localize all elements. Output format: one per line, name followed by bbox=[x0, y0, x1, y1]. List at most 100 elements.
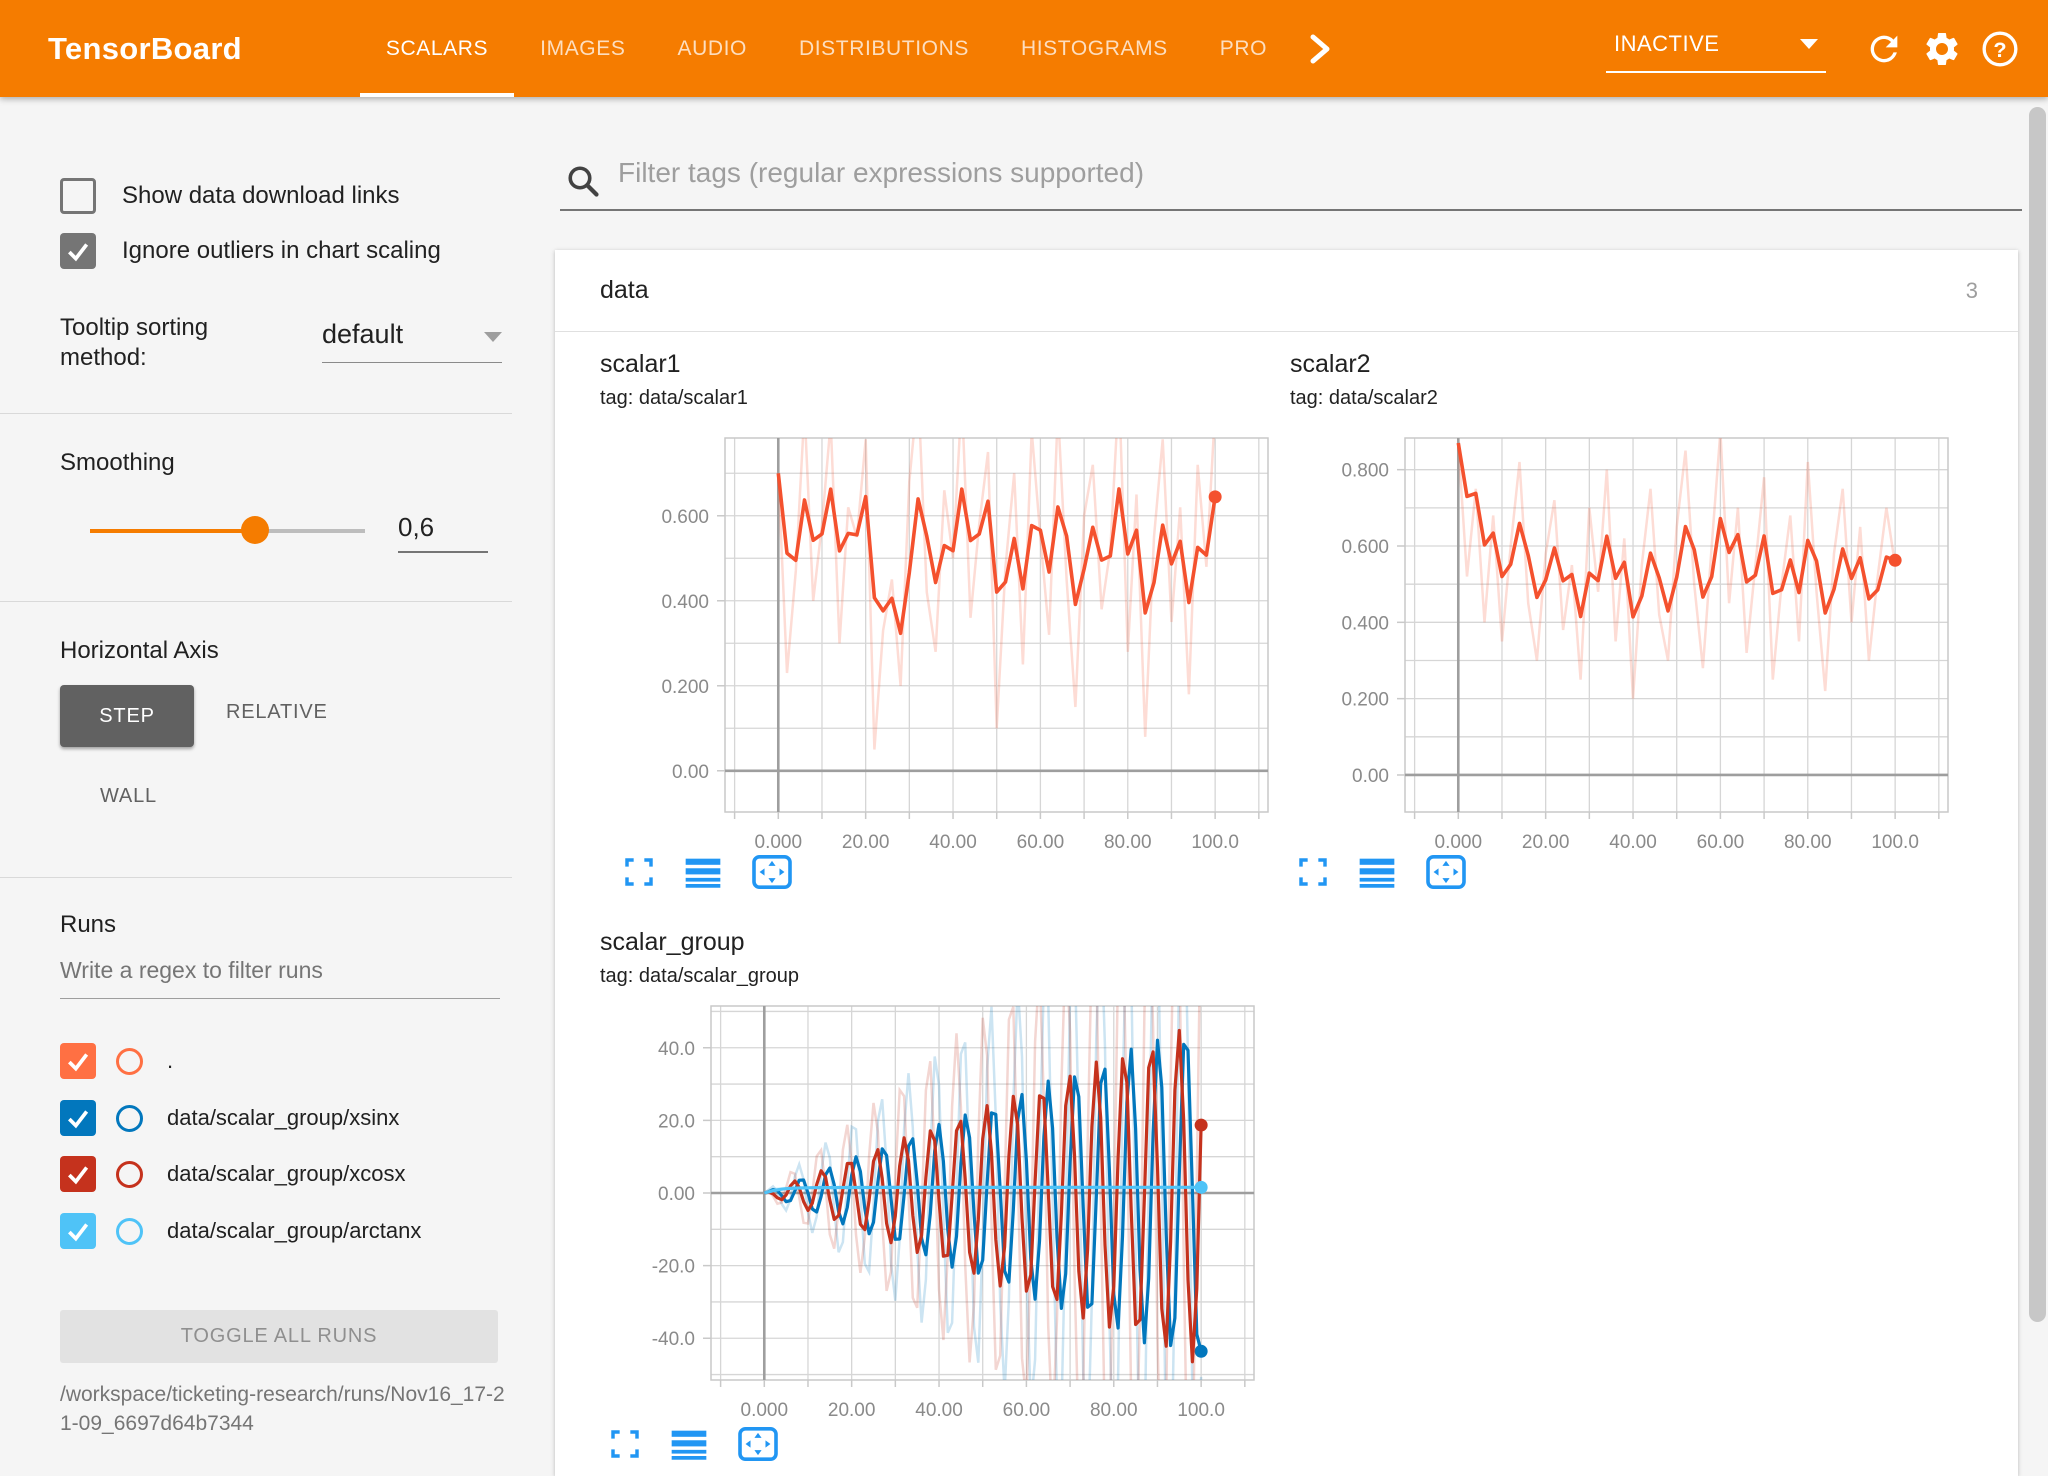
svg-text:?: ? bbox=[1993, 37, 2006, 62]
svg-text:100.0: 100.0 bbox=[1177, 1400, 1225, 1421]
svg-text:20.00: 20.00 bbox=[828, 1400, 876, 1421]
run-isolate-radio[interactable] bbox=[116, 1218, 143, 1245]
run-checkbox[interactable] bbox=[60, 1100, 96, 1136]
svg-text:0.400: 0.400 bbox=[1341, 613, 1389, 634]
tooltip-sorting-value: default bbox=[322, 319, 403, 350]
status-label: INACTIVE bbox=[1614, 31, 1719, 57]
search-icon bbox=[565, 163, 601, 199]
run-label: data/scalar_group/arctanx bbox=[167, 1218, 421, 1244]
haxis-relative-button[interactable]: RELATIVE bbox=[226, 701, 328, 724]
run-label: data/scalar_group/xsinx bbox=[167, 1105, 399, 1131]
tab-images[interactable]: IMAGES bbox=[514, 0, 651, 97]
svg-text:20.00: 20.00 bbox=[842, 832, 890, 853]
run-row-arctanx[interactable]: data/scalar_group/arctanx bbox=[60, 1213, 421, 1249]
run-isolate-radio[interactable] bbox=[116, 1161, 143, 1188]
runs-label: Runs bbox=[60, 911, 116, 939]
svg-text:20.0: 20.0 bbox=[658, 1111, 695, 1132]
tab-audio[interactable]: AUDIO bbox=[651, 0, 773, 97]
chart-block-scalar2: scalar2 tag: data/scalar2 bbox=[1290, 350, 1438, 410]
slider-fill bbox=[90, 529, 255, 533]
app-title: TensorBoard bbox=[48, 31, 242, 67]
tab-scalars[interactable]: SCALARS bbox=[360, 0, 514, 97]
data-lines-icon[interactable] bbox=[671, 1428, 707, 1460]
chart-tag: tag: data/scalar2 bbox=[1290, 387, 1438, 410]
tab-distributions[interactable]: DISTRIBUTIONS bbox=[773, 0, 995, 97]
sidebar-divider bbox=[0, 877, 512, 878]
haxis-wall-button[interactable]: WALL bbox=[100, 785, 157, 808]
checkmark-icon bbox=[65, 1105, 91, 1131]
chart-title: scalar_group bbox=[600, 928, 799, 957]
tabs-overflow-chevron-icon[interactable] bbox=[1299, 29, 1339, 69]
svg-text:0.800: 0.800 bbox=[1341, 461, 1389, 482]
expand-chart-icon[interactable] bbox=[1297, 856, 1329, 888]
svg-text:0.400: 0.400 bbox=[661, 592, 709, 613]
vertical-scrollbar[interactable] bbox=[2029, 107, 2046, 1322]
reload-status-dropdown[interactable]: INACTIVE bbox=[1606, 25, 1826, 73]
expand-chart-icon[interactable] bbox=[609, 1428, 641, 1460]
chart-actions-scalar2 bbox=[1297, 854, 1467, 890]
run-row-xcosx[interactable]: data/scalar_group/xcosx bbox=[60, 1156, 405, 1192]
fit-domain-icon[interactable] bbox=[1425, 854, 1467, 890]
smoothing-label: Smoothing bbox=[60, 449, 175, 477]
run-isolate-radio[interactable] bbox=[116, 1048, 143, 1075]
run-isolate-radio[interactable] bbox=[116, 1105, 143, 1132]
runs-filter-input[interactable] bbox=[60, 957, 500, 999]
data-tag-card: data 3 scalar1 tag: data/scalar1 0.000 20… bbox=[555, 250, 2018, 1476]
checkmark-icon bbox=[65, 1161, 91, 1187]
smoothing-slider[interactable] bbox=[90, 523, 365, 537]
expand-chart-icon[interactable] bbox=[623, 856, 655, 888]
scalar2-line-chart[interactable]: 0.00020.0040.0060.0080.00100.00.8000.600… bbox=[1285, 428, 1985, 869]
data-lines-icon[interactable] bbox=[1359, 856, 1395, 888]
tab-pro[interactable]: PRO bbox=[1194, 0, 1293, 97]
toggle-all-runs-button[interactable]: TOGGLE ALL RUNS bbox=[60, 1310, 498, 1363]
slider-thumb[interactable] bbox=[241, 516, 269, 544]
refresh-icon[interactable] bbox=[1862, 27, 1906, 71]
run-row-xsinx[interactable]: data/scalar_group/xsinx bbox=[60, 1100, 399, 1136]
run-checkbox[interactable] bbox=[60, 1156, 96, 1192]
svg-text:100.0: 100.0 bbox=[1871, 832, 1919, 853]
ignore-outliers-row[interactable]: Ignore outliers in chart scaling bbox=[60, 233, 512, 269]
tooltip-sorting-dropdown[interactable]: default bbox=[322, 319, 502, 363]
runs-directory-path: /workspace/ticketing-research/runs/Nov16… bbox=[60, 1380, 505, 1438]
tab-histograms[interactable]: HISTOGRAMS bbox=[995, 0, 1194, 97]
data-lines-icon[interactable] bbox=[685, 856, 721, 888]
svg-text:0.00: 0.00 bbox=[1352, 766, 1389, 787]
gear-icon[interactable] bbox=[1920, 27, 1964, 71]
svg-text:100.0: 100.0 bbox=[1191, 832, 1239, 853]
tab-bar: SCALARS IMAGES AUDIO DISTRIBUTIONS HISTO… bbox=[360, 0, 1339, 97]
svg-text:80.00: 80.00 bbox=[1090, 1400, 1138, 1421]
scalar1-line-chart[interactable]: 0.00020.0040.0060.0080.00100.00.6000.400… bbox=[605, 428, 1305, 869]
run-checkbox[interactable] bbox=[60, 1043, 96, 1079]
svg-text:60.00: 60.00 bbox=[1017, 832, 1065, 853]
sidebar-divider bbox=[0, 413, 512, 414]
show-download-links-checkbox[interactable] bbox=[60, 178, 96, 214]
horizontal-axis-label: Horizontal Axis bbox=[60, 637, 219, 665]
chart-block-scalar1: scalar1 tag: data/scalar1 bbox=[600, 350, 748, 410]
ignore-outliers-label: Ignore outliers in chart scaling bbox=[122, 237, 441, 265]
fit-domain-icon[interactable] bbox=[737, 1426, 779, 1462]
smoothing-value-input[interactable]: 0,6 bbox=[398, 512, 488, 553]
tag-group-header[interactable]: data 3 bbox=[555, 250, 2018, 332]
svg-text:20.00: 20.00 bbox=[1522, 832, 1570, 853]
filter-tags-field[interactable] bbox=[560, 149, 2022, 211]
svg-text:0.600: 0.600 bbox=[1341, 537, 1389, 558]
haxis-step-button[interactable]: STEP bbox=[60, 685, 194, 747]
ignore-outliers-checkbox[interactable] bbox=[60, 233, 96, 269]
svg-text:0.000: 0.000 bbox=[755, 832, 803, 853]
svg-text:0.200: 0.200 bbox=[1341, 690, 1389, 711]
show-download-links-row[interactable]: Show data download links bbox=[60, 178, 512, 214]
svg-text:40.00: 40.00 bbox=[1609, 832, 1657, 853]
svg-text:0.600: 0.600 bbox=[661, 507, 709, 528]
svg-text:-40.0: -40.0 bbox=[652, 1329, 695, 1350]
svg-text:0.00: 0.00 bbox=[672, 762, 709, 783]
tag-group-count: 3 bbox=[1966, 278, 1978, 304]
help-icon[interactable]: ? bbox=[1978, 27, 2022, 71]
chevron-down-icon bbox=[484, 332, 502, 342]
run-checkbox[interactable] bbox=[60, 1213, 96, 1249]
scalar-group-line-chart[interactable]: 0.00020.0040.0060.0080.00100.040.020.00.… bbox=[591, 996, 1291, 1437]
fit-domain-icon[interactable] bbox=[751, 854, 793, 890]
chart-block-scalar-group: scalar_group tag: data/scalar_group bbox=[600, 928, 799, 988]
filter-tags-input[interactable] bbox=[618, 157, 1998, 189]
header-controls: INACTIVE ? bbox=[1606, 25, 2022, 73]
run-row-dot[interactable]: . bbox=[60, 1043, 173, 1079]
